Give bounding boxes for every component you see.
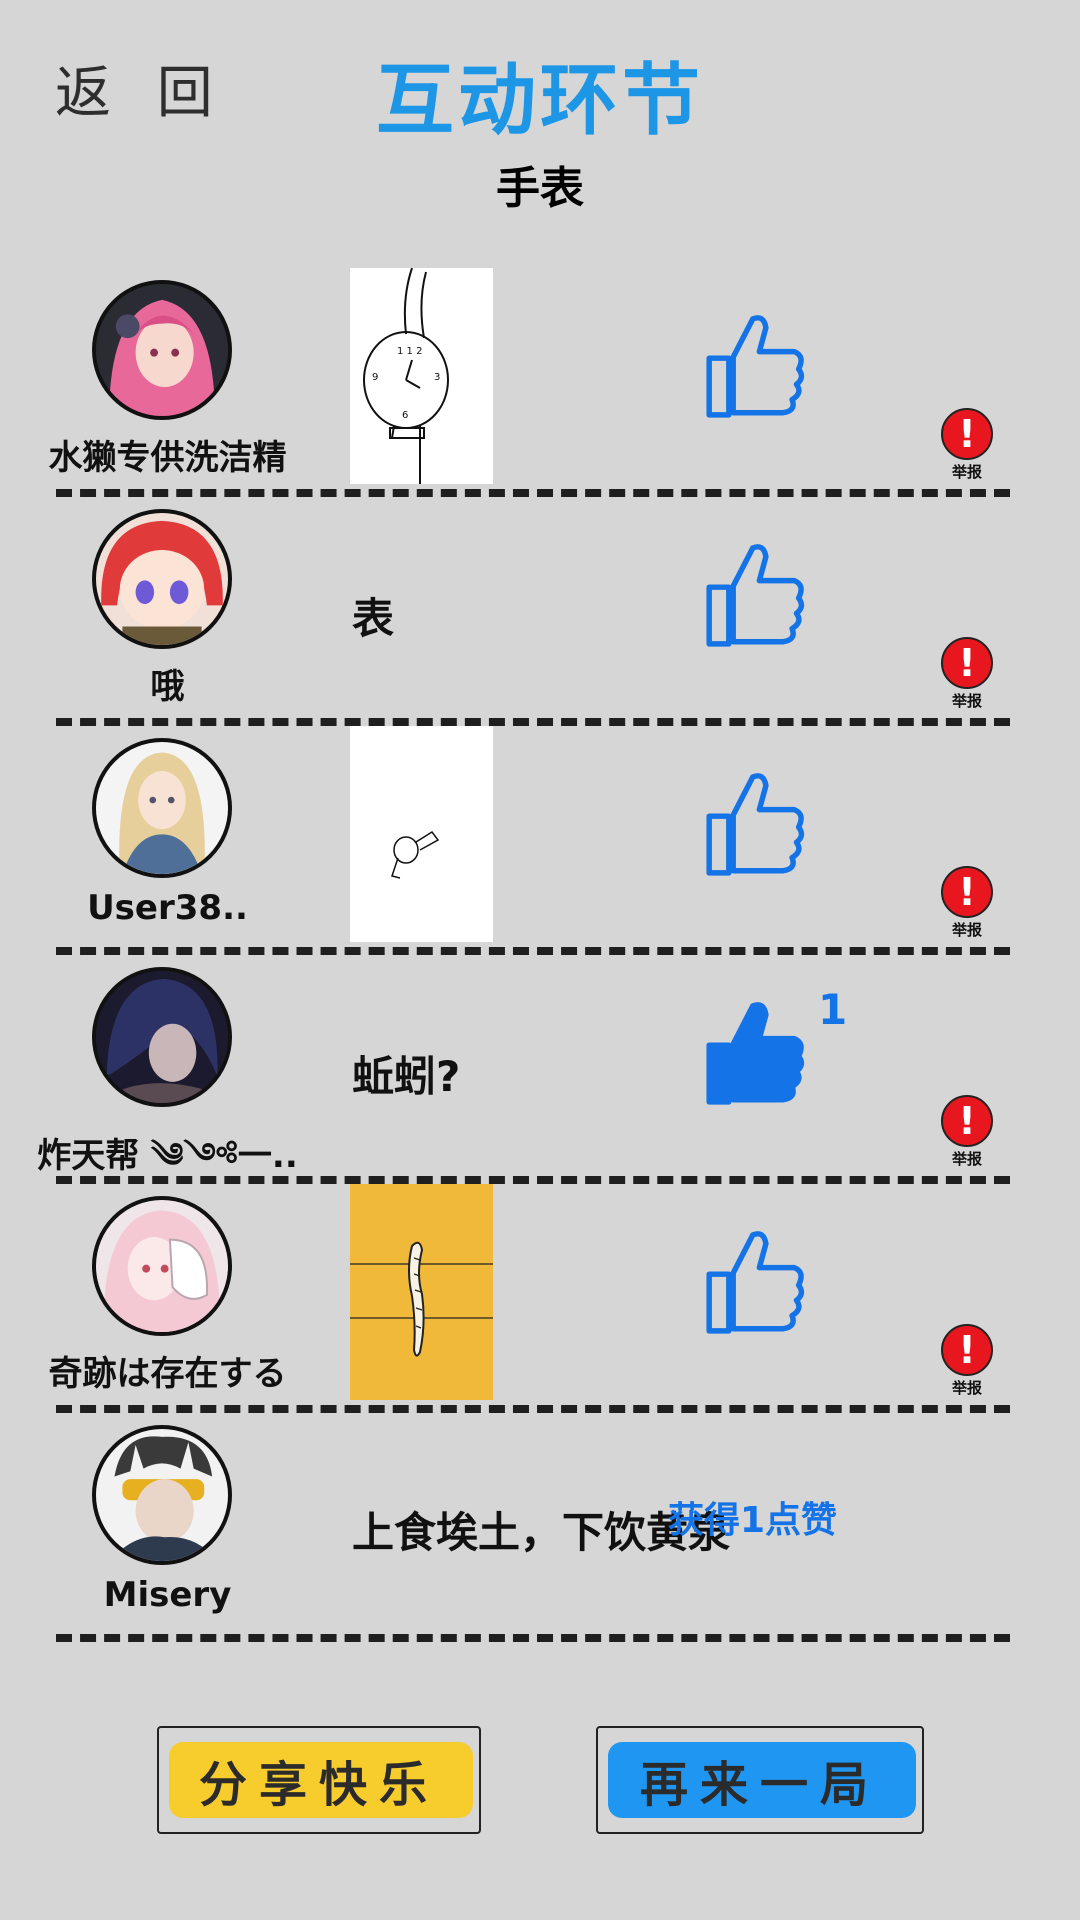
report-label: 举报 — [951, 1150, 982, 1168]
svg-text:6: 6 — [402, 410, 408, 421]
topic-word: 手表 — [496, 163, 584, 214]
share-button[interactable]: 分享快乐 — [157, 1726, 481, 1834]
answer-row: 水獭专供洗洁精 1 1 2 9 3 6 ! 举报 — [0, 268, 1080, 496]
user-name: User38.. — [87, 888, 248, 928]
avatar — [92, 967, 232, 1107]
play-again-button-label: 再来一局 — [639, 1757, 880, 1813]
answer-drawing — [350, 1184, 493, 1400]
avatar — [92, 1196, 232, 1336]
report-alert-icon: ! — [941, 637, 993, 689]
answer-row-self: Misery 上食埃土，下饮黄泉 获得1点赞 — [0, 1413, 1080, 1641]
report-label: 举报 — [951, 692, 982, 710]
row-divider — [56, 489, 1010, 497]
answer-drawing: 1 1 2 9 3 6 — [350, 268, 493, 484]
report-button[interactable]: ! 举报 — [940, 1324, 994, 1398]
report-alert-icon: ! — [941, 1095, 993, 1147]
answer-row: User38.. ! 举报 — [0, 726, 1080, 954]
user-name: 奇跡は存在する — [48, 1354, 287, 1394]
like-button[interactable] — [700, 1224, 810, 1344]
share-button-label: 分享快乐 — [198, 1757, 439, 1813]
svg-text:3: 3 — [434, 372, 440, 383]
row-divider — [56, 1405, 1010, 1413]
answer-drawing — [350, 726, 493, 942]
report-alert-icon: ! — [941, 866, 993, 918]
like-button[interactable] — [700, 308, 810, 428]
answer-text: 表 — [352, 594, 395, 643]
user-name: 水獭专供洗洁精 — [48, 438, 287, 478]
report-button[interactable]: ! 举报 — [940, 1095, 994, 1169]
report-label: 举报 — [951, 1379, 982, 1397]
answer-row: 哦 表 ! 举报 — [0, 497, 1080, 725]
report-alert-icon: ! — [941, 408, 993, 460]
answer-row: 奇跡は存在する ! 举报 — [0, 1184, 1080, 1412]
like-button-active[interactable] — [700, 995, 810, 1115]
avatar — [92, 738, 232, 878]
like-button[interactable] — [700, 537, 810, 657]
report-button[interactable]: ! 举报 — [940, 408, 994, 482]
avatar — [92, 509, 232, 649]
svg-text:1 1 2: 1 1 2 — [397, 346, 422, 357]
row-divider — [56, 1176, 1010, 1184]
answer-row: 炸天帮 ༄༺一.. 蚯蚓? 1 ! 举报 — [0, 955, 1080, 1183]
avatar — [92, 1425, 232, 1565]
like-button[interactable] — [700, 766, 810, 886]
svg-text:9: 9 — [372, 372, 378, 383]
row-divider — [56, 1634, 1010, 1642]
report-button[interactable]: ! 举报 — [940, 866, 994, 940]
report-button[interactable]: ! 举报 — [940, 637, 994, 711]
play-again-button[interactable]: 再来一局 — [596, 1726, 924, 1834]
report-label: 举报 — [951, 463, 982, 481]
earned-likes-text: 获得1点赞 — [668, 1500, 838, 1541]
page-title: 互动环节 — [375, 56, 704, 146]
answer-text: 蚯蚓? — [352, 1052, 461, 1101]
report-label: 举报 — [951, 921, 982, 939]
like-count: 1 — [818, 985, 848, 1034]
avatar — [92, 280, 232, 420]
row-divider — [56, 718, 1010, 726]
row-divider — [56, 947, 1010, 955]
user-name: Misery — [103, 1575, 232, 1615]
user-name: 哦 — [150, 667, 185, 707]
report-alert-icon: ! — [941, 1324, 993, 1376]
